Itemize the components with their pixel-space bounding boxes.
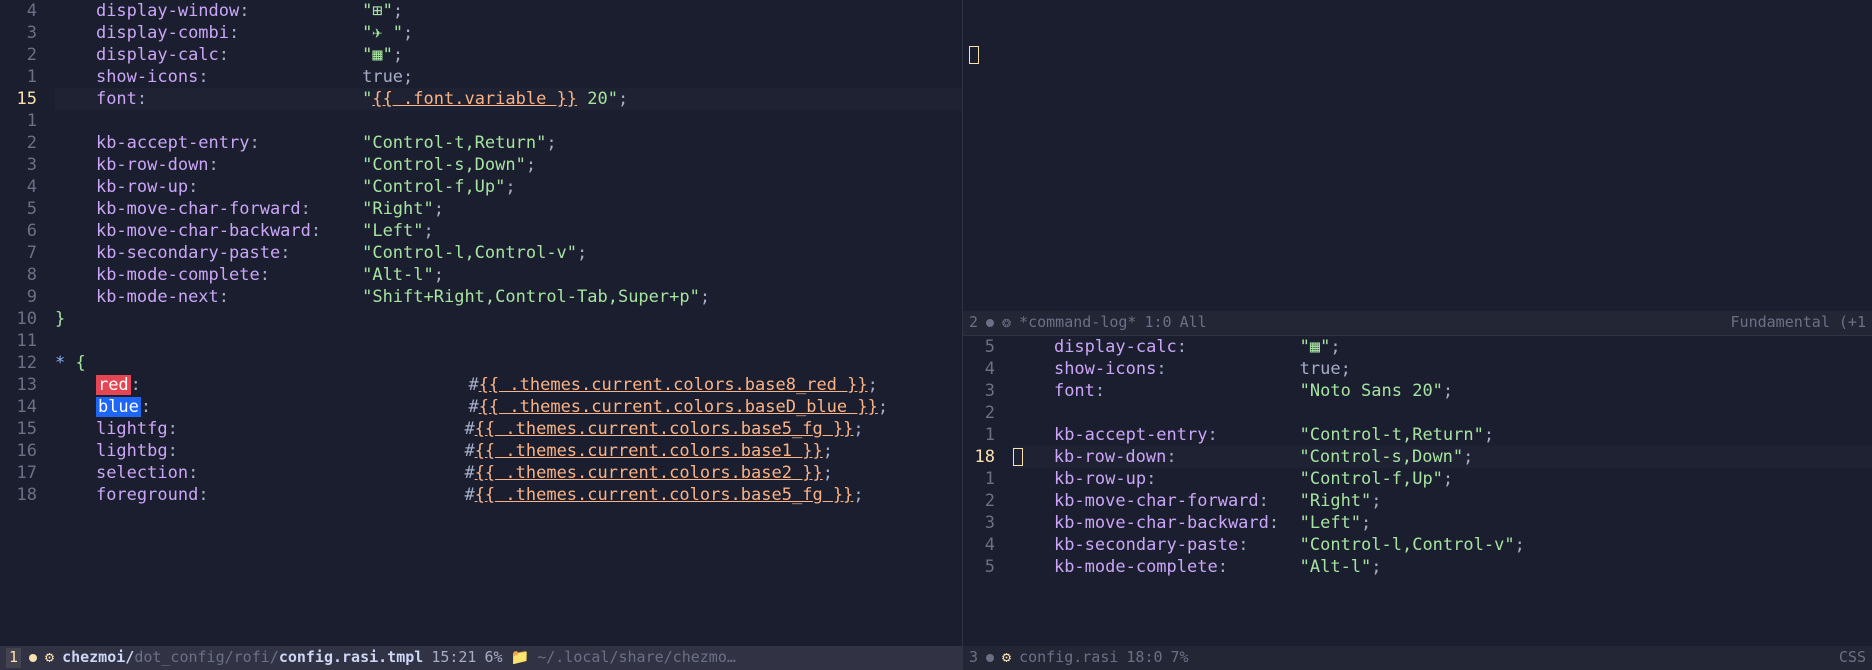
code-line[interactable]: foreground: #{{ .themes.current.colors.b… <box>55 484 962 506</box>
code-line[interactable]: display-calc: "▦"; <box>1013 336 1872 358</box>
command-log-content <box>963 0 1872 311</box>
modified-indicator-icon <box>986 319 994 327</box>
left-gutter: 432115123456789101112131415161718 <box>0 0 45 646</box>
right-gutter: 543211812345 <box>963 336 1003 647</box>
code-line[interactable]: display-combi: "✈ "; <box>55 22 962 44</box>
code-line[interactable]: blue: #{{ .themes.current.colors.baseD_b… <box>55 396 962 418</box>
cursor-position: 1:0 <box>1144 313 1171 333</box>
code-line[interactable]: kb-move-char-forward: "Right"; <box>55 198 962 220</box>
code-line[interactable]: * { <box>55 352 962 374</box>
code-line[interactable]: kb-mode-complete: "Alt-l"; <box>55 264 962 286</box>
code-line[interactable]: kb-row-down: "Control-s,Down"; <box>1013 446 1872 468</box>
code-line[interactable]: kb-secondary-paste: "Control-l,Control-v… <box>55 242 962 264</box>
command-log-modeline: 2 ❂ *command-log* 1:0 All Fundamental (+… <box>963 311 1872 335</box>
right-bottom-pane: 543211812345 display-calc: "▦"; show-ico… <box>963 336 1872 670</box>
right-pane: 2 ❂ *command-log* 1:0 All Fundamental (+… <box>963 0 1872 670</box>
css-icon: ⚙ <box>1002 648 1011 668</box>
code-line[interactable] <box>55 330 962 352</box>
window-number: 3 <box>969 648 978 668</box>
right-modeline: 3 ⚙ config.rasi 18:0 7% CSS <box>963 646 1872 670</box>
code-line[interactable]: kb-secondary-paste: "Control-l,Control-v… <box>1013 534 1872 556</box>
code-line[interactable]: kb-accept-entry: "Control-t,Return"; <box>55 132 962 154</box>
scroll-percent: 6% <box>484 648 502 668</box>
modified-indicator-icon <box>29 654 37 662</box>
code-line[interactable]: lightbg: #{{ .themes.current.colors.base… <box>55 440 962 462</box>
left-pane: 432115123456789101112131415161718 displa… <box>0 0 963 670</box>
cursor-position: 18:0 <box>1126 648 1162 668</box>
scroll-percent: All <box>1180 313 1207 333</box>
cursor-position: 15:21 <box>431 648 476 668</box>
left-code[interactable]: display-window: "⊞"; display-combi: "✈ "… <box>45 0 962 646</box>
css-icon: ⚙ <box>45 648 54 668</box>
code-line[interactable]: kb-move-char-forward: "Right"; <box>1013 490 1872 512</box>
modified-indicator-icon <box>986 654 994 662</box>
code-line[interactable]: kb-move-char-backward: "Left"; <box>55 220 962 242</box>
code-line[interactable]: selection: #{{ .themes.current.colors.ba… <box>55 462 962 484</box>
code-line[interactable]: kb-move-char-backward: "Left"; <box>1013 512 1872 534</box>
major-mode: Fundamental (+1 <box>1731 313 1866 333</box>
buffer-name: *command-log* <box>1019 313 1136 333</box>
folder-icon: 📁 <box>511 648 530 668</box>
code-line[interactable]: kb-row-up: "Control-f,Up"; <box>55 176 962 198</box>
command-log-pane: 2 ❂ *command-log* 1:0 All Fundamental (+… <box>963 0 1872 336</box>
code-line[interactable]: } <box>55 308 962 330</box>
major-mode: CSS <box>1839 648 1866 668</box>
code-line[interactable]: show-icons: true; <box>55 66 962 88</box>
code-line[interactable]: display-window: "⊞"; <box>55 0 962 22</box>
code-line[interactable]: kb-mode-next: "Shift+Right,Control-Tab,S… <box>55 286 962 308</box>
cursor-icon <box>969 46 979 64</box>
right-editor[interactable]: 543211812345 display-calc: "▦"; show-ico… <box>963 336 1872 647</box>
code-line[interactable] <box>1013 402 1872 424</box>
code-line[interactable]: show-icons: true; <box>1013 358 1872 380</box>
swirl-icon: ❂ <box>1002 313 1011 333</box>
project-path: ~/.local/share/chezmo… <box>537 648 736 668</box>
code-line[interactable]: font: "Noto Sans 20"; <box>1013 380 1872 402</box>
scroll-percent: 7% <box>1171 648 1189 668</box>
code-line[interactable]: font: "{{ .font.variable }} 20"; <box>55 88 962 110</box>
command-log-editor[interactable] <box>963 0 1872 311</box>
code-line[interactable]: kb-mode-complete: "Alt-l"; <box>1013 556 1872 578</box>
code-line[interactable]: display-calc: "▦"; <box>55 44 962 66</box>
code-line[interactable]: kb-row-down: "Control-s,Down"; <box>55 154 962 176</box>
code-line[interactable]: kb-row-up: "Control-f,Up"; <box>1013 468 1872 490</box>
file-name: config.rasi <box>1019 648 1118 668</box>
code-line[interactable] <box>55 110 962 132</box>
code-line[interactable]: red: #{{ .themes.current.colors.base8_re… <box>55 374 962 396</box>
window-number: 1 <box>6 648 21 668</box>
code-line[interactable]: kb-accept-entry: "Control-t,Return"; <box>1013 424 1872 446</box>
code-line[interactable]: lightfg: #{{ .themes.current.colors.base… <box>55 418 962 440</box>
left-modeline: 1 ⚙ chezmoi/dot_config/rofi/config.rasi.… <box>0 646 962 670</box>
file-path: chezmoi/dot_config/rofi/config.rasi.tmpl <box>62 648 423 668</box>
right-code[interactable]: display-calc: "▦"; show-icons: true; fon… <box>1003 336 1872 647</box>
window-number: 2 <box>969 313 978 333</box>
left-editor[interactable]: 432115123456789101112131415161718 displa… <box>0 0 962 646</box>
